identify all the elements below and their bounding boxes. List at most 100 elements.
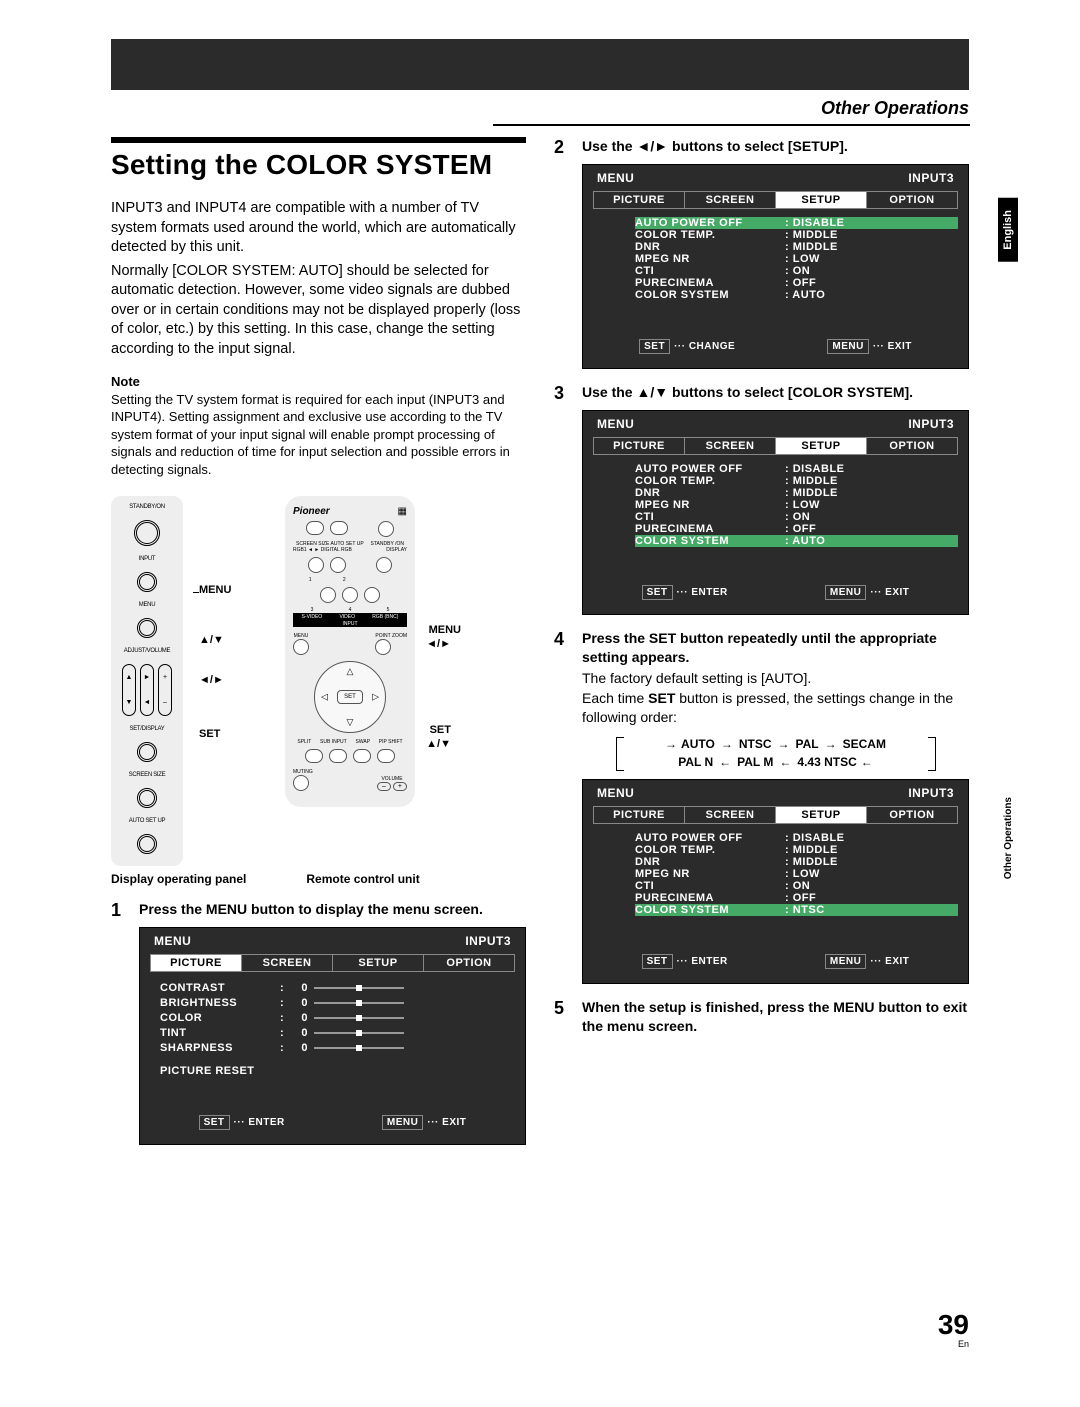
plus-icon: + [163, 674, 167, 681]
osd-row: PURECINEMA: OFF [635, 277, 958, 289]
osd-menu-picture: MENUINPUT3 PICTURESCREENSETUPOPTION CONT… [139, 927, 526, 1145]
adjust-label: ADJUST/VOLUME [124, 648, 170, 654]
step4-sub2: Each time SET button is pressed, the set… [582, 689, 969, 727]
standby-knob-icon [134, 520, 160, 546]
display-panel-diagram: STANDBY/ON INPUT MENU ADJUST/VOLUME ▲ ▼ … [111, 496, 183, 866]
num-2-button [330, 557, 346, 573]
osd-picture-row: BRIGHTNESS:0 [160, 995, 515, 1010]
callout-set: SET [199, 728, 220, 740]
osd-row: COLOR SYSTEM: AUTO [635, 289, 958, 301]
page-title: Setting the COLOR SYSTEM [111, 149, 526, 181]
osd-tab: PICTURE [150, 954, 241, 972]
page-number: 39 En [938, 1309, 969, 1349]
osd-row: PURECINEMA: OFF [635, 892, 958, 904]
osd-picture-row: TINT:0 [160, 1025, 515, 1040]
autosetup-label: AUTO SET UP [129, 818, 166, 824]
callout-updown-remote: ▲/▼ [426, 738, 451, 750]
step4-sub1: The factory default setting is [AUTO]. [582, 669, 969, 688]
vol-minus-button: – [377, 782, 391, 791]
osd-tab: SCREEN [684, 191, 775, 209]
callout-leftright: ◄/► [199, 674, 224, 686]
input-label: INPUT [139, 556, 156, 562]
step3-heading: Use the ▲/▼ buttons to select [COLOR SYS… [582, 383, 969, 402]
osd-row: DNR: MIDDLE [635, 487, 958, 499]
osd-tab: OPTION [866, 191, 958, 209]
muting-button [293, 775, 309, 791]
osd-row: MPEG NR: LOW [635, 868, 958, 880]
callout-menu-remote: MENU [429, 624, 461, 636]
steps-right: Use the ◄/► buttons to select [SETUP]. M… [554, 137, 969, 1036]
remote-diagram: Pioneer ▦ SCREEN SIZE AUTO SET UP STANDB… [285, 496, 415, 807]
updown-rocker-icon: ▲ ▼ [122, 664, 136, 716]
osd-row: AUTO POWER OFF: DISABLE [635, 832, 958, 844]
color-system-cycle: → AUTO NTSC PAL SECAM PAL N PAL M 4.43 N [616, 737, 936, 771]
osd-row: COLOR TEMP.: MIDDLE [635, 844, 958, 856]
num-5-button [364, 587, 380, 603]
osd-row: COLOR SYSTEM: AUTO [635, 535, 958, 547]
remote-pointzoom-button [375, 639, 391, 655]
screensize-label: SCREEN SIZE [129, 772, 166, 778]
menu-label: MENU [139, 602, 155, 608]
osd-tab: SETUP [775, 191, 866, 209]
side-tab-language: English [998, 198, 1018, 262]
osd-tab: OPTION [866, 437, 958, 455]
brand-label: Pioneer [293, 506, 330, 517]
osd-tab: OPTION [423, 954, 515, 972]
osd-tab: PICTURE [593, 191, 684, 209]
osd-tab: SCREEN [241, 954, 332, 972]
osd-tab: SETUP [775, 437, 866, 455]
right-arrow-icon: ► [144, 674, 151, 681]
osd-row: CTI: ON [635, 880, 958, 892]
down-arrow-icon: ▼ [126, 699, 133, 706]
standby-label: STANDBY/ON [129, 504, 165, 510]
osd-picture-row: COLOR:0 [160, 1010, 515, 1025]
osd-tab: SCREEN [684, 437, 775, 455]
screensize-knob-icon [137, 788, 157, 808]
devices-figure: STANDBY/ON INPUT MENU ADJUST/VOLUME ▲ ▼ … [111, 496, 526, 866]
osd-menu-setup-2: MENUINPUT3 PICTURESCREENSETUPOPTION AUTO… [582, 410, 969, 615]
note-body: Setting the TV system format is required… [111, 391, 526, 479]
intro-paragraph-1: INPUT3 and INPUT4 are compatible with a … [111, 199, 526, 258]
input-knob-icon [137, 572, 157, 592]
callout-updown: ▲/▼ [199, 634, 224, 646]
steps-left: Press the MENU button to display the men… [111, 900, 526, 1145]
osd-row: AUTO POWER OFF: DISABLE [635, 463, 958, 475]
callout-leftright-remote: ◄/► [426, 638, 451, 650]
osd-row: MPEG NR: LOW [635, 253, 958, 265]
osd-row: COLOR SYSTEM: NTSC [635, 904, 958, 916]
osd-tab: PICTURE [593, 806, 684, 824]
menu-knob-icon [137, 618, 157, 638]
fig-caption-panel: Display operating panel [111, 872, 246, 886]
osd-row: CTI: ON [635, 511, 958, 523]
top-dark-bar [111, 39, 969, 90]
osd-row: DNR: MIDDLE [635, 241, 958, 253]
minus-icon: – [163, 699, 167, 706]
step2-heading: Use the ◄/► buttons to select [SETUP]. [582, 137, 969, 156]
osd-picture-row: SHARPNESS:0 [160, 1040, 515, 1055]
side-tab-chapter: Other Operations [999, 785, 1018, 891]
vol-plus-button: + [393, 782, 407, 791]
osd-row: CTI: ON [635, 265, 958, 277]
left-arrow-icon: ◄ [144, 699, 151, 706]
osd-row: DNR: MIDDLE [635, 856, 958, 868]
note-heading: Note [111, 374, 526, 389]
osd-tab: OPTION [866, 806, 958, 824]
num-1-button [308, 557, 324, 573]
osd-menu-setup-1: MENUINPUT3 PICTURESCREENSETUPOPTION AUTO… [582, 164, 969, 369]
title-rule [111, 137, 526, 143]
num-4-button [342, 587, 358, 603]
up-arrow-icon: ▲ [126, 674, 133, 681]
intro-paragraph-2: Normally [COLOR SYSTEM: AUTO] should be … [111, 262, 526, 360]
osd-row: AUTO POWER OFF: DISABLE [635, 217, 958, 229]
osd-tab: SETUP [775, 806, 866, 824]
remote-set-button: SET [337, 690, 363, 704]
osd-tab: SCREEN [684, 806, 775, 824]
setdisplay-label: SET/DISPLAY [130, 726, 165, 732]
leftright-rocker-icon: ► ◄ [140, 664, 154, 716]
osd-row: PURECINEMA: OFF [635, 523, 958, 535]
osd-tab: SETUP [332, 954, 423, 972]
osd-row: COLOR TEMP.: MIDDLE [635, 475, 958, 487]
section-rule [493, 124, 970, 126]
step1-heading: Press the MENU button to display the men… [139, 900, 526, 919]
osd-row: MPEG NR: LOW [635, 499, 958, 511]
